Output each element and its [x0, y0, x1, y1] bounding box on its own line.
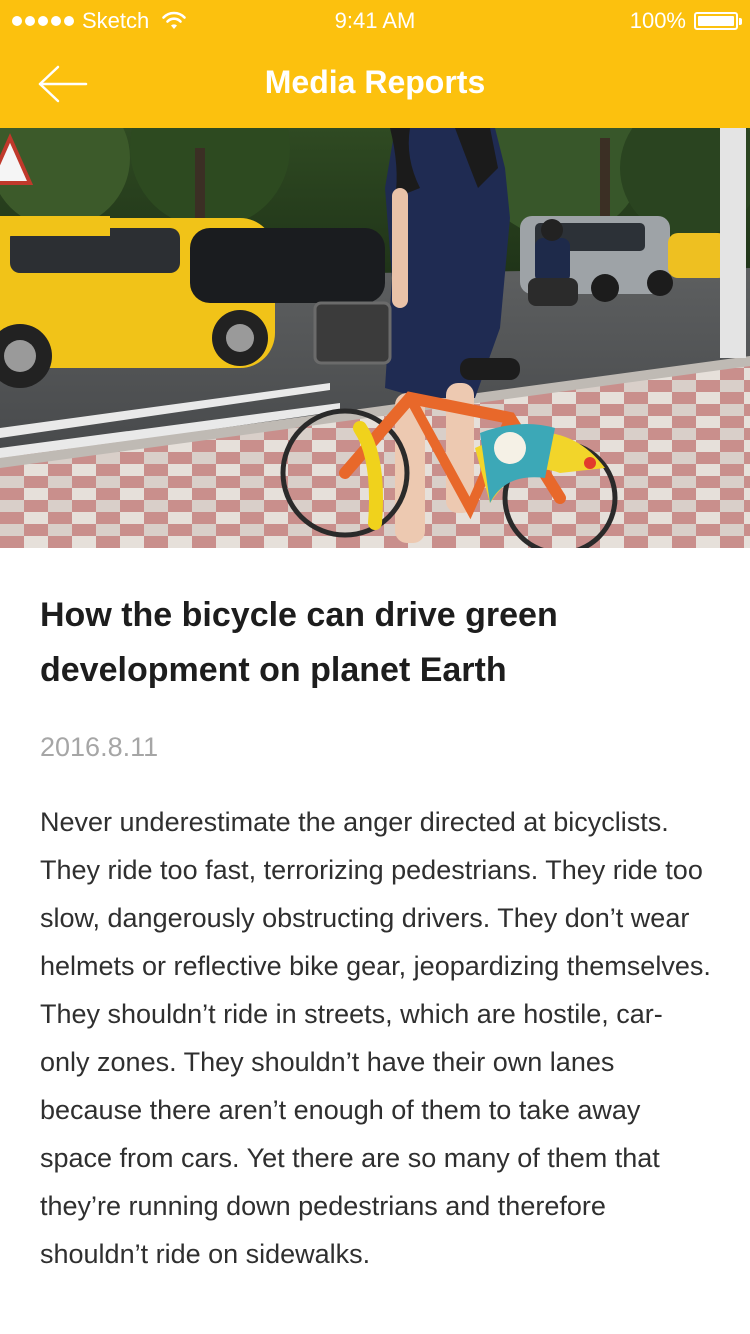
- hero-image: [0, 128, 750, 548]
- hero-photo: [0, 128, 750, 548]
- article-body: Never underestimate the anger directed a…: [40, 807, 711, 1269]
- battery-icon: [694, 12, 742, 30]
- battery-percent: 100%: [629, 8, 686, 33]
- app-header: Sketch 9:41 AM 100% Media Reports: [0, 0, 750, 128]
- status-right: 100%: [629, 8, 742, 34]
- page-title: Media Reports: [264, 64, 486, 100]
- status-bar: Sketch 9:41 AM 100%: [0, 0, 750, 40]
- article-title: How the bicycle can drive green developm…: [40, 596, 558, 689]
- article-date: 2016.8.11: [40, 732, 159, 762]
